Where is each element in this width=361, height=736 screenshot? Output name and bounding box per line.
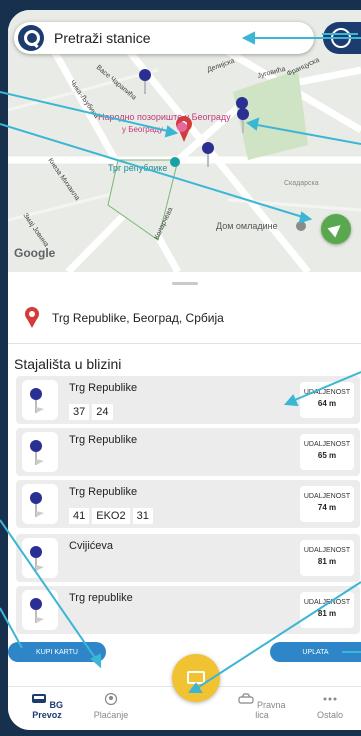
line-badge[interactable]: 41 <box>69 508 90 524</box>
distance-box: UDALJENOST 81 m <box>300 592 354 628</box>
stop-pin-icon <box>22 432 58 472</box>
stop-card[interactable]: Trg Republike UDALJENOST 65 m <box>16 428 360 476</box>
nav-label: Pravna lica <box>255 700 286 720</box>
distance-label: UDALJENOST <box>303 599 351 606</box>
distance-label: UDALJENOST <box>303 441 351 448</box>
location-pin-icon <box>25 307 39 328</box>
map-label-theatre-1: Народно позориште у Београду <box>98 112 231 122</box>
divider <box>8 343 361 344</box>
top-up-button[interactable]: UPLATA <box>270 642 361 662</box>
stop-pin-icon <box>22 538 58 578</box>
distance-value: 74 m <box>317 503 337 512</box>
distance-box: UDALJENOST 65 m <box>300 434 354 470</box>
screen-border <box>0 0 8 736</box>
more-icon <box>323 697 337 701</box>
distance-label: UDALJENOST <box>303 493 351 500</box>
distance-label: UDALJENOST <box>303 389 351 396</box>
gauge-icon <box>331 28 351 48</box>
distance-value: 81 m <box>317 609 337 618</box>
buy-ticket-button[interactable]: KUPI KARTU <box>8 642 106 662</box>
search-icon <box>18 25 44 51</box>
line-badge[interactable]: 24 <box>92 404 113 420</box>
search-input[interactable]: Pretraži stanice <box>54 30 150 46</box>
settings-button[interactable] <box>323 22 361 54</box>
sheet-handle[interactable] <box>172 282 198 285</box>
selected-place-label: Trg Republike, Београд, Србија <box>52 311 224 325</box>
stop-pin-icon <box>22 380 58 420</box>
distance-box: UDALJENOST 74 m <box>300 486 354 522</box>
stop-lines: 41 EKO2 31 <box>69 508 153 524</box>
distance-box: UDALJENOST 64 m <box>300 382 354 418</box>
stop-pin-icon <box>22 484 58 524</box>
search-bar[interactable]: Pretraži stanice <box>14 22 314 54</box>
stop-card[interactable]: Trg republike UDALJENOST 81 m <box>16 586 360 634</box>
map-view[interactable]: Народно позориште у Београду у Београду … <box>8 10 361 272</box>
line-badge[interactable]: 31 <box>132 508 153 524</box>
stop-name: Trg Republike <box>69 434 138 446</box>
stop-name: Trg republike <box>69 592 133 604</box>
nav-item-ostalo[interactable]: Ostalo <box>308 693 352 720</box>
stop-name: Cvijićeva <box>69 540 114 552</box>
google-logo: Google <box>14 246 56 260</box>
distance-label: UDALJENOST <box>303 547 351 554</box>
ticket-fab-button[interactable] <box>172 654 220 702</box>
selected-place-row[interactable]: Trg Republike, Београд, Србија <box>8 298 361 338</box>
stop-name: Trg Republike <box>69 486 138 498</box>
distance-box: UDALJENOST 81 m <box>300 540 354 576</box>
person-icon <box>104 692 118 706</box>
nav-item-placanje[interactable]: Plaćanje <box>86 692 136 720</box>
stop-card[interactable]: Trg Republike 41 EKO2 31 UDALJENOST 74 m <box>16 480 360 528</box>
nav-item-bg-prevoz[interactable]: BG Prevoz <box>22 693 72 720</box>
map-label-trg: Трг републике <box>108 163 167 173</box>
stop-card[interactable]: Trg Republike 37 24 UDALJENOST 64 m <box>16 376 360 424</box>
map-label-skadarska: Скадарска <box>284 180 319 187</box>
stop-card[interactable]: Cvijićeva UDALJENOST 81 m <box>16 534 360 582</box>
line-badge[interactable]: 37 <box>69 404 90 420</box>
nav-item-pravna-lica[interactable]: Pravna lica <box>234 693 290 720</box>
app-screen: Народно позориште у Београду у Београду … <box>8 10 361 730</box>
bus-icon <box>31 694 46 703</box>
map-label-theatre-2: у Београду <box>122 125 163 134</box>
map-label-dom: Дом омладине <box>216 221 278 231</box>
stop-pin-icon <box>22 590 58 630</box>
nearby-title: Stajališta u blizini <box>14 356 122 372</box>
nav-label: Plaćanje <box>93 710 129 720</box>
stop-lines: 37 24 <box>69 404 113 420</box>
distance-value: 65 m <box>317 451 337 460</box>
my-location-button[interactable] <box>321 214 351 244</box>
line-badge[interactable]: EKO2 <box>92 508 130 524</box>
car-icon <box>238 693 255 704</box>
stop-name: Trg Republike <box>69 382 138 394</box>
distance-value: 81 m <box>317 557 337 566</box>
distance-value: 64 m <box>317 399 337 408</box>
nav-label: Ostalo <box>316 710 343 720</box>
